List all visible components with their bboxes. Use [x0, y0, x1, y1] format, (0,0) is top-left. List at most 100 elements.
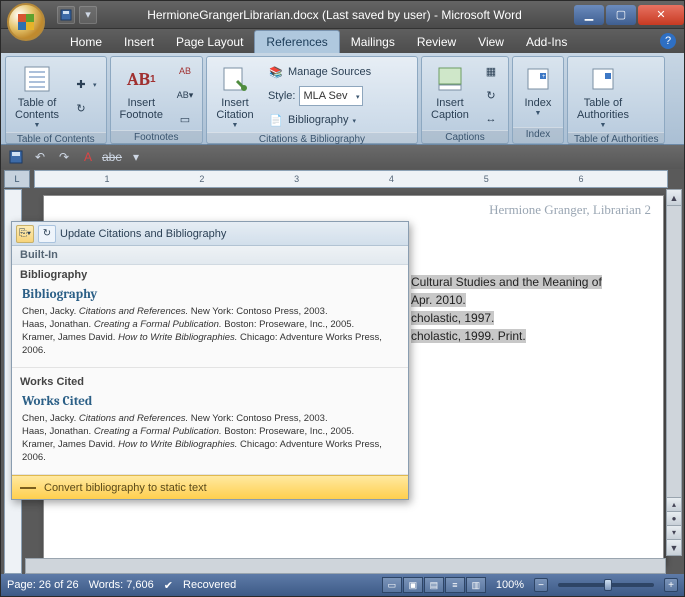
- convert-to-static-text-button[interactable]: Convert bibliography to static text: [12, 475, 408, 499]
- status-page[interactable]: Page: 26 of 26: [7, 579, 79, 591]
- ribbon-tabs: Home Insert Page Layout References Maili…: [1, 29, 684, 53]
- document-area: Hermione Granger, Librarian 2 Cultural S…: [1, 189, 684, 574]
- update-table-button[interactable]: ↻: [68, 97, 102, 119]
- cross-ref-icon: ↔: [483, 111, 499, 127]
- convert-icon: [20, 487, 36, 489]
- status-words[interactable]: Words: 7,606: [89, 579, 154, 591]
- window-title: HermioneGrangerLibrarian.docx (Last save…: [97, 8, 572, 22]
- gallery-section-built-in: Built-In: [12, 246, 408, 265]
- insert-caption-button[interactable]: Insert Caption: [426, 60, 474, 130]
- status-bar: Page: 26 of 26 Words: 7,606 ✔ Recovered …: [1, 574, 684, 596]
- status-proofing-icon[interactable]: ✔: [164, 579, 173, 592]
- group-label-index: Index: [513, 127, 563, 143]
- bibliography-icon: 📄: [268, 112, 284, 128]
- prev-page-icon[interactable]: ▴: [667, 497, 681, 511]
- qb-undo-icon[interactable]: ↶: [31, 148, 49, 166]
- close-button[interactable]: ✕: [638, 5, 684, 25]
- manage-sources-button[interactable]: 📚Manage Sources: [263, 61, 413, 83]
- group-captions: Insert Caption ▦ ↻ ↔ Captions: [421, 56, 509, 144]
- insert-citation-button[interactable]: Insert Citation ▼: [211, 60, 259, 132]
- horizontal-ruler[interactable]: 1 2 3 4 5 6: [34, 170, 668, 188]
- page-header-text: Hermione Granger, Librarian 2: [489, 202, 651, 218]
- insert-table-figures-button[interactable]: ▦: [478, 60, 504, 82]
- minimize-button[interactable]: ▁: [574, 5, 604, 25]
- zoom-out-button[interactable]: −: [534, 578, 548, 592]
- help-icon[interactable]: ?: [660, 33, 676, 49]
- update-icon: ↻: [73, 100, 89, 116]
- ruler-tab-selector[interactable]: L: [4, 170, 30, 188]
- zoom-in-button[interactable]: +: [664, 578, 678, 592]
- table-of-contents-button[interactable]: Table of Contents ▼: [10, 60, 64, 132]
- tab-view[interactable]: View: [467, 31, 515, 53]
- group-table-of-contents: Table of Contents ▼ ✚▾ ↻ Table of Conten…: [5, 56, 107, 144]
- group-citations-bibliography: Insert Citation ▼ 📚Manage Sources Style:…: [206, 56, 418, 144]
- title-bar: ▾ HermioneGrangerLibrarian.docx (Last sa…: [1, 1, 684, 29]
- group-index: + Index ▼ Index: [512, 56, 564, 144]
- bibliography-gallery-header: ⎘▾ ↻ Update Citations and Bibliography: [12, 222, 408, 246]
- qat-dropdown-icon[interactable]: ▾: [79, 6, 97, 24]
- tab-page-layout[interactable]: Page Layout: [165, 31, 254, 53]
- zoom-level[interactable]: 100%: [496, 579, 524, 591]
- tab-mailings[interactable]: Mailings: [340, 31, 406, 53]
- citation-icon: [219, 63, 251, 95]
- index-button[interactable]: + Index ▼: [517, 60, 559, 127]
- scroll-down-icon[interactable]: ▼: [667, 539, 681, 555]
- tab-home[interactable]: Home: [59, 31, 113, 53]
- view-draft-icon[interactable]: ▥: [466, 577, 486, 593]
- update-bibliography-icon[interactable]: ↻: [38, 225, 56, 243]
- caption-icon: [434, 63, 466, 95]
- document-body-text: Cultural Studies and the Meaning of Apr.…: [411, 273, 602, 345]
- insert-footnote-button[interactable]: AB1 Insert Footnote: [115, 60, 168, 130]
- view-buttons: ▭ ▣ ▤ ≡ ▥: [382, 577, 486, 593]
- bibliography-gallery: ⎘▾ ↻ Update Citations and Bibliography B…: [11, 221, 409, 500]
- qat-save-icon[interactable]: [57, 6, 75, 24]
- tab-review[interactable]: Review: [406, 31, 467, 53]
- group-label-toc: Table of Contents: [6, 132, 106, 146]
- view-print-layout-icon[interactable]: ▭: [382, 577, 402, 593]
- horizontal-scrollbar[interactable]: [25, 558, 666, 574]
- table-figures-icon: ▦: [483, 63, 499, 79]
- next-page-icon[interactable]: ▾: [667, 525, 681, 539]
- bibliography-options-icon[interactable]: ⎘▾: [16, 225, 34, 243]
- gallery-item-bibliography[interactable]: Bibliography Chen, Jacky. Citations and …: [12, 281, 408, 368]
- qb-dropdown-icon[interactable]: ▾: [127, 148, 145, 166]
- qb-strikethrough-icon[interactable]: abe: [103, 148, 121, 166]
- vertical-scrollbar[interactable]: ▲ ▼ ▾ ● ▴: [666, 189, 682, 556]
- qb-font-color-icon[interactable]: A: [79, 148, 97, 166]
- tab-add-ins[interactable]: Add-Ins: [515, 31, 578, 53]
- view-web-icon[interactable]: ▤: [424, 577, 444, 593]
- scroll-up-icon[interactable]: ▲: [667, 190, 681, 206]
- bibliography-reference: Kramer, James David. How to Write Biblio…: [22, 438, 398, 464]
- zoom-slider[interactable]: [558, 583, 654, 587]
- qb-redo-icon[interactable]: ↷: [55, 148, 73, 166]
- cross-reference-button[interactable]: ↔: [478, 108, 504, 130]
- show-notes-button[interactable]: ▭: [172, 108, 198, 130]
- qb-save-icon[interactable]: [7, 148, 25, 166]
- gallery-item-works-cited[interactable]: Works Cited Chen, Jacky. Citations and R…: [12, 388, 408, 475]
- tab-references[interactable]: References: [254, 30, 339, 53]
- group-table-of-authorities: Table of Authorities ▼ Table of Authorit…: [567, 56, 666, 144]
- update-table-figures-button[interactable]: ↻: [478, 84, 504, 106]
- browse-object-icon[interactable]: ●: [667, 511, 681, 525]
- next-footnote-icon: AВ▾: [177, 87, 193, 103]
- zoom-slider-thumb[interactable]: [604, 579, 612, 591]
- office-button[interactable]: [7, 3, 45, 41]
- quickbar: ↶ ↷ A abe ▾: [1, 145, 684, 169]
- style-combo[interactable]: MLA Sev▾: [299, 86, 363, 106]
- view-full-screen-icon[interactable]: ▣: [403, 577, 423, 593]
- app-window: ▾ HermioneGrangerLibrarian.docx (Last sa…: [0, 0, 685, 597]
- bibliography-reference: Chen, Jacky. Citations and References. N…: [22, 412, 398, 425]
- add-text-button[interactable]: ✚▾: [68, 73, 102, 95]
- table-of-authorities-button[interactable]: Table of Authorities ▼: [572, 60, 634, 132]
- citation-style-selector[interactable]: Style: MLA Sev▾: [263, 85, 413, 107]
- next-footnote-button[interactable]: AВ▾: [172, 84, 198, 106]
- authorities-icon: [587, 63, 619, 95]
- tab-insert[interactable]: Insert: [113, 31, 165, 53]
- update-bibliography-button[interactable]: Update Citations and Bibliography: [60, 228, 226, 240]
- view-outline-icon[interactable]: ≡: [445, 577, 465, 593]
- maximize-button[interactable]: ▢: [606, 5, 636, 25]
- bibliography-button[interactable]: 📄Bibliography▾: [263, 109, 413, 131]
- bibliography-reference: Chen, Jacky. Citations and References. N…: [22, 305, 398, 318]
- refresh-icon: ↻: [483, 87, 499, 103]
- insert-endnote-button[interactable]: AB: [172, 60, 198, 82]
